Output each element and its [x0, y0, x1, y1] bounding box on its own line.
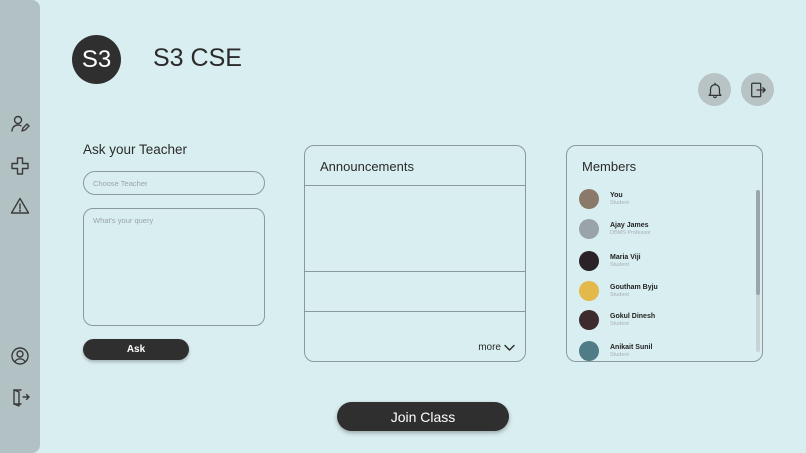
divider [305, 185, 525, 186]
avatar [579, 251, 599, 271]
member-item[interactable]: Maria Viji Student [579, 250, 641, 272]
profile-icon[interactable] [9, 345, 31, 367]
exit-class-button[interactable] [741, 73, 774, 106]
member-item[interactable]: Goutham Byju Student [579, 280, 658, 302]
members-panel: Members You Student Ajay James DBMS Prof… [566, 145, 763, 362]
avatar [579, 189, 599, 209]
bell-icon [708, 82, 721, 98]
member-item[interactable]: You Student [579, 188, 629, 210]
warning-icon[interactable] [9, 195, 31, 217]
divider [305, 311, 525, 312]
member-item[interactable]: Anikait Sunil Student [579, 340, 653, 361]
announcements-title: Announcements [320, 159, 414, 174]
avatar [579, 341, 599, 361]
member-name: Ajay James [610, 222, 649, 229]
member-role: Student [610, 200, 629, 206]
more-link[interactable]: more [478, 342, 515, 353]
avatar [579, 310, 599, 330]
edit-user-icon[interactable] [9, 113, 31, 135]
announcements-panel: Announcements more [304, 145, 526, 362]
scroll-thumb[interactable] [756, 190, 760, 295]
member-item[interactable]: Gokul Dinesh Student [579, 309, 655, 331]
chevron-down-icon [504, 344, 515, 351]
member-role: Student [610, 262, 629, 268]
divider [305, 271, 525, 272]
query-textarea[interactable] [83, 208, 265, 326]
notifications-button[interactable] [698, 73, 731, 106]
choose-teacher-select[interactable]: Choose Teacher [83, 171, 265, 195]
member-name: You [610, 192, 623, 199]
member-name: Gokul Dinesh [610, 313, 656, 320]
members-scrollbar[interactable] [756, 190, 760, 352]
page-title: S3 CSE [153, 44, 242, 72]
member-role: Student [610, 292, 629, 298]
member-name: Goutham Byju [610, 284, 658, 291]
sidebar [0, 0, 40, 453]
class-avatar: S3 [72, 35, 121, 84]
avatar [579, 281, 599, 301]
member-role: Student [610, 352, 629, 358]
exit-icon [750, 82, 766, 97]
add-icon[interactable] [9, 155, 31, 177]
member-item[interactable]: Ajay James DBMS Professor [579, 218, 651, 240]
join-class-button[interactable]: Join Class [337, 402, 509, 431]
logout-icon[interactable] [9, 386, 31, 408]
ask-heading: Ask your Teacher [83, 142, 188, 157]
members-title: Members [582, 159, 637, 174]
member-role: DBMS Professor [610, 230, 651, 236]
member-name: Anikait Sunil [610, 344, 653, 351]
ask-button[interactable]: Ask [83, 339, 189, 360]
choose-teacher-placeholder: Choose Teacher [93, 178, 148, 188]
member-role: Student [610, 321, 629, 327]
member-name: Maria Viji [610, 254, 641, 261]
avatar [579, 219, 599, 239]
more-label: more [478, 342, 501, 353]
